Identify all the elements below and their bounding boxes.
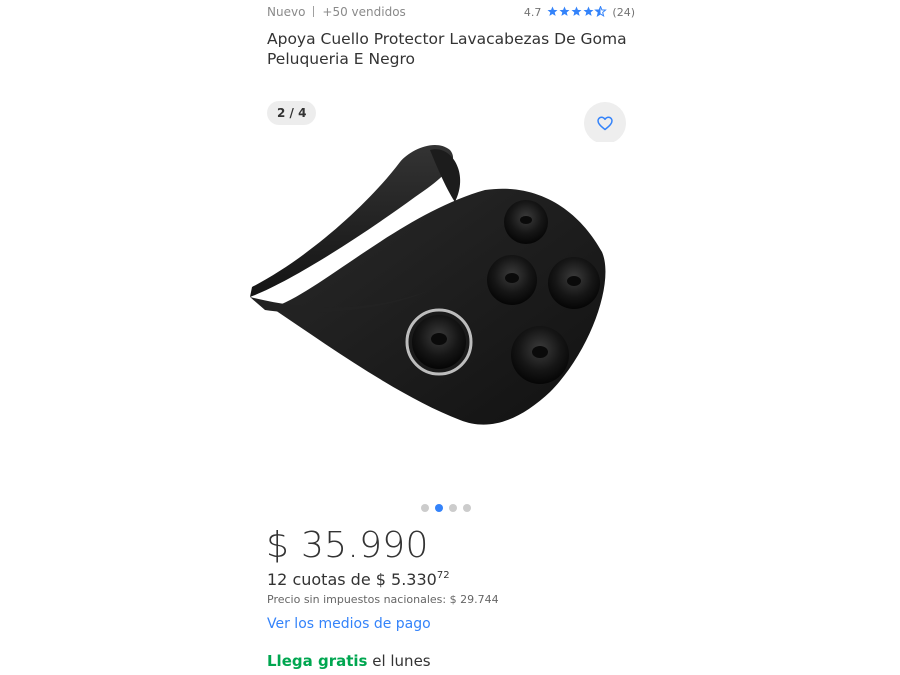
review-count: (24)	[612, 6, 635, 19]
gallery-pagination[interactable]	[421, 504, 471, 512]
meta-divider	[313, 6, 315, 17]
star-rating-icon	[547, 6, 607, 17]
delivery-day: el lunes	[367, 652, 431, 670]
price-without-taxes: Precio sin impuestos nacionales: $ 29.74…	[267, 593, 499, 606]
payment-methods-link[interactable]: Ver los medios de pago	[267, 615, 431, 633]
condition-label: Nuevo	[267, 5, 306, 19]
installments-text: 12 cuotas de $ 5.33072	[267, 570, 450, 590]
condition-and-sales: Nuevo +50 vendidos	[267, 5, 406, 19]
favorite-button[interactable]	[584, 102, 626, 144]
free-shipping-label: Llega gratis	[267, 652, 368, 670]
product-title: Apoya Cuello Protector Lavacabezas De Go…	[267, 30, 627, 68]
heart-icon	[597, 116, 613, 130]
image-counter: 2 / 4	[267, 101, 317, 125]
image-gallery[interactable]: 2 / 4	[250, 92, 651, 522]
pagination-dot-active[interactable]	[435, 504, 443, 512]
rating-summary[interactable]: 4.7 (24)	[524, 6, 635, 19]
installments-cents: 72	[436, 570, 450, 581]
pagination-dot[interactable]	[421, 504, 429, 512]
product-panel: Nuevo +50 vendidos 4.7 (24) Apoya Cuello…	[250, 0, 651, 675]
shipping-info: Llega gratis el lunes	[267, 651, 431, 671]
rating-value: 4.7	[523, 6, 542, 19]
pagination-dot[interactable]	[449, 504, 457, 512]
installments-amount: 12 cuotas de $ 5.330	[267, 570, 437, 589]
product-page: Nuevo +50 vendidos 4.7 (24) Apoya Cuello…	[0, 0, 900, 675]
product-photo[interactable]	[250, 142, 651, 426]
sold-count: +50 vendidos	[322, 5, 406, 19]
product-price: $ 35.990	[266, 525, 429, 566]
product-meta-row: Nuevo +50 vendidos 4.7 (24)	[267, 5, 635, 21]
pagination-dot[interactable]	[463, 504, 471, 512]
